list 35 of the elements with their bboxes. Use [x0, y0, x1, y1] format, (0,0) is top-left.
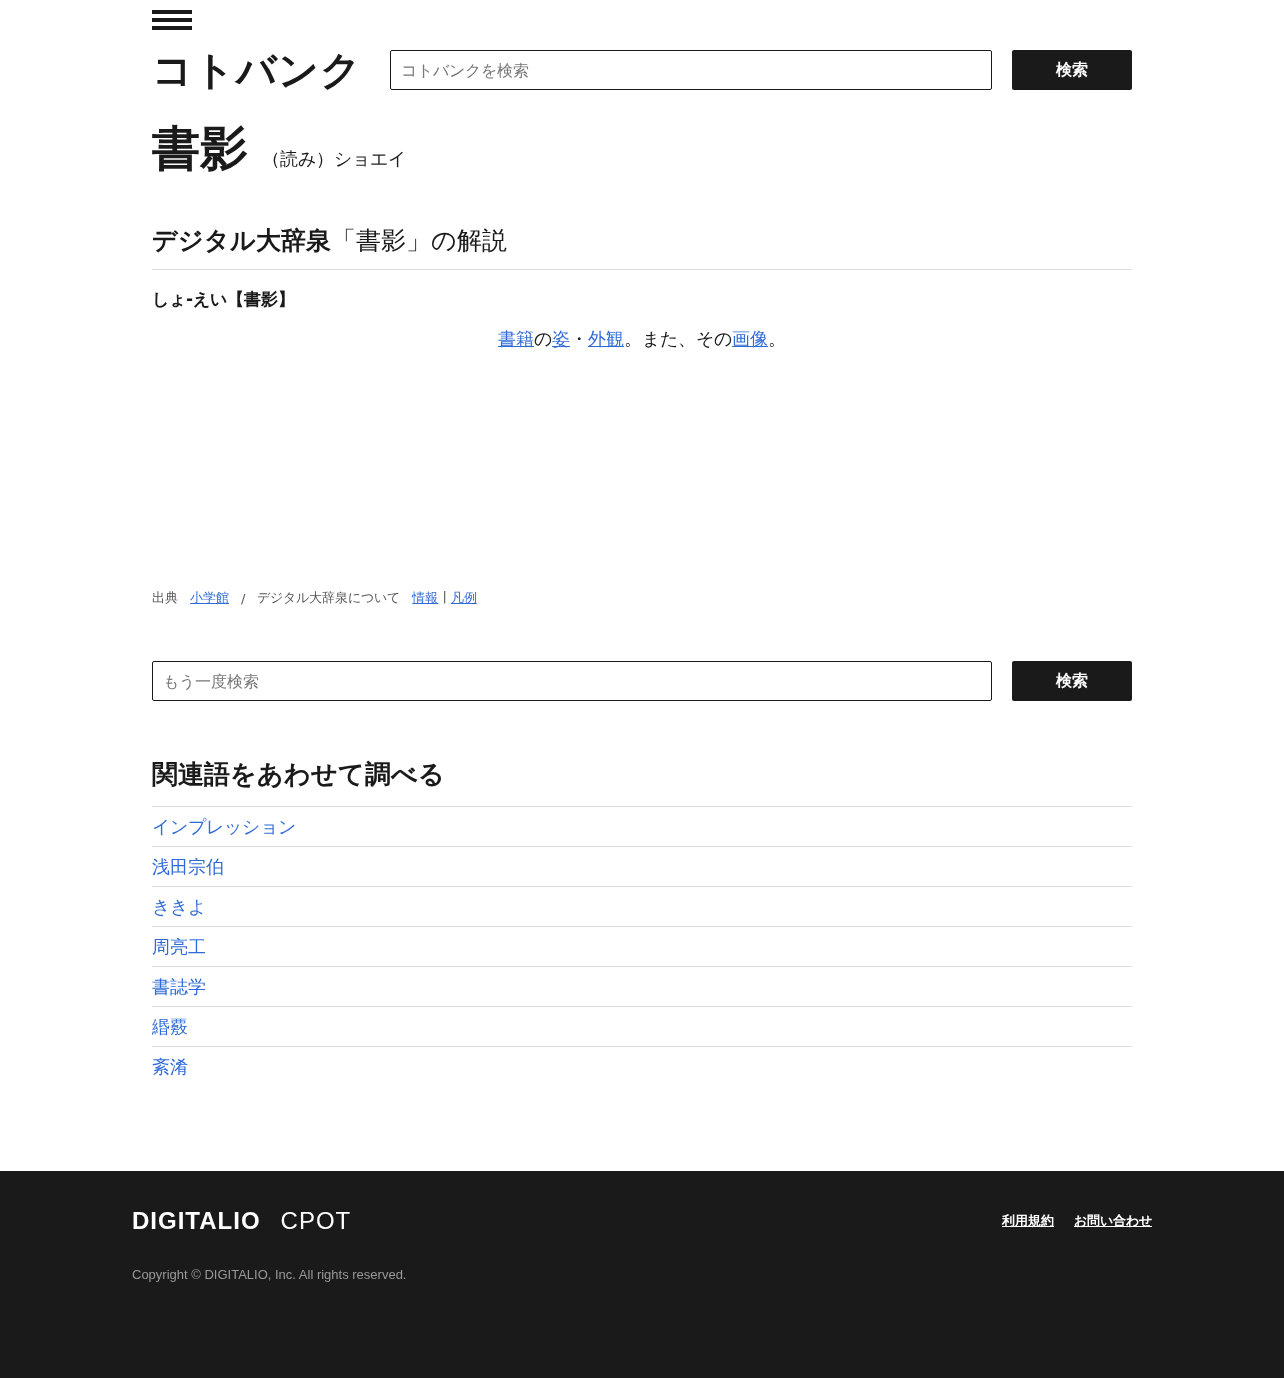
- site-logo[interactable]: コトバンク: [152, 50, 370, 90]
- footer-link[interactable]: 利用規約: [1002, 1212, 1054, 1230]
- menu-icon[interactable]: [152, 10, 192, 30]
- related-heading: 関連語をあわせて調べる: [152, 758, 446, 791]
- footer-link[interactable]: お問い合わせ: [1074, 1212, 1152, 1230]
- definition-link[interactable]: 姿: [552, 328, 570, 349]
- entry-reading: （読み）ショエイ: [262, 147, 406, 171]
- search-again-field[interactable]: もう一度検索: [152, 661, 992, 701]
- related-link[interactable]: 緡覈: [152, 1014, 188, 1039]
- legend-link[interactable]: 凡例: [450, 589, 477, 607]
- publisher-link[interactable]: 小学館: [190, 589, 229, 607]
- headword: しょ-えい【書影】: [152, 288, 297, 311]
- related-link[interactable]: ききよ: [152, 894, 206, 919]
- about-text: デジタル大辞泉について: [257, 589, 401, 607]
- definition-link[interactable]: 書籍: [498, 328, 534, 349]
- search-button[interactable]: 検索: [1012, 661, 1132, 701]
- entry-title: 書影: [152, 119, 248, 178]
- source-label: 出典: [152, 589, 178, 607]
- company-logo[interactable]: DIGITALIO: [132, 1207, 261, 1235]
- related-link[interactable]: 紊淆: [152, 1054, 188, 1079]
- related-link[interactable]: インプレッション: [152, 814, 296, 839]
- related-link[interactable]: 書誌学: [152, 974, 206, 999]
- brand-logo[interactable]: CPOT: [280, 1207, 352, 1235]
- related-link[interactable]: 周亮工: [152, 934, 206, 959]
- search-button[interactable]: 検索: [1012, 50, 1132, 90]
- definition-link[interactable]: 画像: [732, 328, 768, 349]
- definition-text: 書籍の姿・外観。また、その画像。: [497, 327, 787, 351]
- separator: /: [241, 590, 246, 606]
- copyright: Copyright © DIGITALIO, Inc. All rights reserved.: [132, 1267, 408, 1282]
- section-heading: デジタル大辞泉「書影」の解説: [152, 224, 1132, 270]
- definition-link[interactable]: 外観: [588, 328, 624, 349]
- separator: |: [442, 589, 447, 606]
- related-link[interactable]: 浅田宗伯: [152, 854, 224, 879]
- info-link[interactable]: 情報: [412, 589, 439, 607]
- search-field[interactable]: コトバンクを検索: [390, 50, 992, 90]
